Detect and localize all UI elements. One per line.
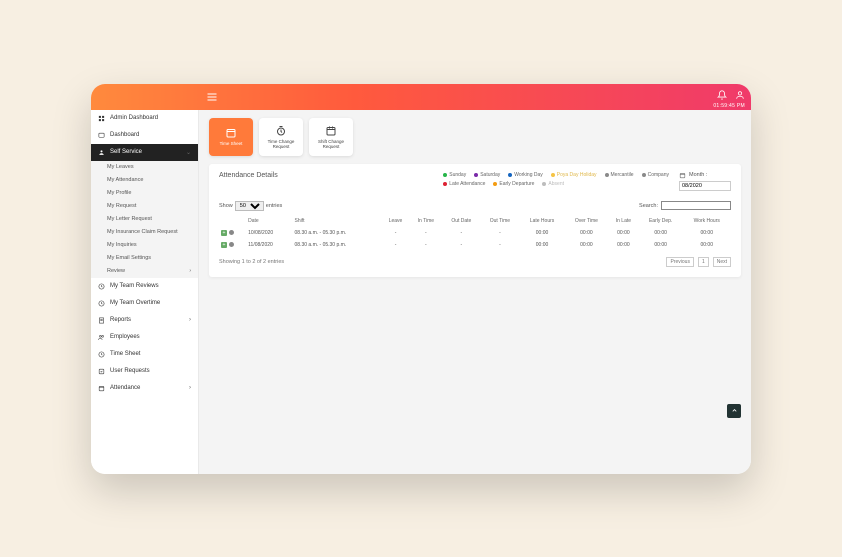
- th-latehours[interactable]: Late Hours: [519, 215, 564, 227]
- sidebar-item-employees[interactable]: Employees: [91, 329, 198, 346]
- table-info: Showing 1 to 2 of 2 entries: [219, 259, 284, 265]
- header-clock: 01:59:45 PM: [713, 103, 745, 109]
- sidebar-item-label: Employees: [110, 334, 140, 340]
- th-date[interactable]: Date: [246, 215, 292, 227]
- th-inlate[interactable]: In Late: [608, 215, 639, 227]
- sidebar-item-label: My Team Overtime: [110, 300, 160, 306]
- sub-my-profile[interactable]: My Profile: [91, 187, 198, 200]
- th-overtime[interactable]: Over Time: [565, 215, 608, 227]
- sidebar-item-team-overtime[interactable]: My Team Overtime: [91, 295, 198, 312]
- sub-my-email-settings[interactable]: My Email Settings: [91, 252, 198, 265]
- month-input[interactable]: [679, 181, 731, 191]
- attendance-table: Date Shift Leave In Time Out Date Out Ti…: [219, 215, 731, 251]
- card-label: Time Change Request: [262, 139, 300, 149]
- sidebar-item-label: User Requests: [110, 368, 150, 374]
- main-content: Time Sheet Time Change Request Shift Cha…: [199, 110, 751, 474]
- month-picker: Month :: [679, 172, 731, 191]
- dot-mercantile: [605, 173, 609, 177]
- th-workhours[interactable]: Work Hours: [682, 215, 731, 227]
- sidebar-item-self-service[interactable]: Self Service ⌄: [91, 144, 198, 161]
- search-input[interactable]: [661, 201, 731, 210]
- dot-early: [493, 182, 497, 186]
- chevron-down-icon: ⌄: [186, 149, 191, 156]
- th-earlydep[interactable]: Early Dep.: [639, 215, 683, 227]
- dot-absent: [542, 182, 546, 186]
- sidebar: Admin Dashboard Dashboard Self Service ⌄…: [91, 110, 199, 474]
- table-row: + 11/08/202008.30 a.m. - 05.30 p.m. -- -…: [219, 239, 731, 251]
- expand-row-icon[interactable]: +: [221, 242, 227, 248]
- card-time-change-request[interactable]: Time Change Request: [259, 118, 303, 156]
- sidebar-item-admin-dashboard[interactable]: Admin Dashboard: [91, 110, 198, 127]
- chevron-right-icon: ›: [189, 268, 191, 274]
- sidebar-item-time-sheet[interactable]: Time Sheet: [91, 346, 198, 363]
- sub-my-leaves[interactable]: My Leaves: [91, 161, 198, 174]
- page-size-select[interactable]: 50: [235, 201, 264, 211]
- sub-review[interactable]: Review›: [91, 265, 198, 278]
- dot-working: [508, 173, 512, 177]
- sub-my-attendance[interactable]: My Attendance: [91, 174, 198, 187]
- pager-prev[interactable]: Previous: [666, 257, 693, 267]
- pager-page[interactable]: 1: [698, 257, 709, 267]
- sidebar-item-attendance[interactable]: Attendance ›: [91, 380, 198, 397]
- card-label: Shift Change Request: [312, 139, 350, 149]
- table-row: + 10/08/202008.30 a.m. - 05.30 p.m. -- -…: [219, 227, 731, 239]
- dot-late: [443, 182, 447, 186]
- status-dot: [229, 230, 234, 235]
- card-label: Time Sheet: [220, 141, 243, 146]
- attendance-panel: Attendance Details Sunday Saturday Worki…: [209, 164, 741, 277]
- sidebar-item-label: Dashboard: [110, 132, 139, 138]
- sidebar-item-label: Reports: [110, 317, 131, 323]
- th-outtime[interactable]: Out Time: [481, 215, 520, 227]
- search-label: Search:: [639, 203, 658, 209]
- dot-company: [642, 173, 646, 177]
- sub-my-letter-request[interactable]: My Letter Request: [91, 213, 198, 226]
- card-time-sheet[interactable]: Time Sheet: [209, 118, 253, 156]
- sidebar-item-team-reviews[interactable]: My Team Reviews: [91, 278, 198, 295]
- menu-toggle[interactable]: [199, 84, 225, 110]
- sidebar-item-label: Admin Dashboard: [110, 115, 158, 121]
- status-dot: [229, 242, 234, 247]
- th-shift[interactable]: Shift: [293, 215, 382, 227]
- sidebar-item-label: Self Service: [110, 149, 142, 155]
- th-leave[interactable]: Leave: [381, 215, 409, 227]
- expand-row-icon[interactable]: +: [221, 230, 227, 236]
- legend: Sunday Saturday Working Day Poya Day Hol…: [443, 172, 669, 190]
- th-outdate[interactable]: Out Date: [442, 215, 480, 227]
- calendar-icon: [679, 172, 686, 179]
- scroll-top-button[interactable]: [727, 404, 741, 418]
- panel-title: Attendance Details: [219, 172, 278, 179]
- sidebar-item-label: Time Sheet: [110, 351, 140, 357]
- top-bar: 01:59:45 PM: [91, 84, 751, 110]
- dot-poya: [551, 173, 555, 177]
- th-intime[interactable]: In Time: [410, 215, 443, 227]
- show-pre: Show: [219, 203, 233, 209]
- pager-next[interactable]: Next: [713, 257, 731, 267]
- sidebar-item-dashboard[interactable]: Dashboard: [91, 127, 198, 144]
- chevron-right-icon: ›: [189, 317, 191, 323]
- sub-my-request[interactable]: My Request: [91, 200, 198, 213]
- chevron-right-icon: ›: [189, 385, 191, 391]
- sub-my-insurance-claim[interactable]: My Insurance Claim Request: [91, 226, 198, 239]
- sidebar-item-reports[interactable]: Reports ›: [91, 312, 198, 329]
- dot-sunday: [443, 173, 447, 177]
- sidebar-item-user-requests[interactable]: User Requests: [91, 363, 198, 380]
- card-shift-change-request[interactable]: Shift Change Request: [309, 118, 353, 156]
- sidebar-submenu: My Leaves My Attendance My Profile My Re…: [91, 161, 198, 278]
- sub-my-inquiries[interactable]: My Inquiries: [91, 239, 198, 252]
- sidebar-item-label: Attendance: [110, 385, 140, 391]
- sidebar-item-label: My Team Reviews: [110, 283, 159, 289]
- show-post: entries: [266, 203, 283, 209]
- dot-saturday: [474, 173, 478, 177]
